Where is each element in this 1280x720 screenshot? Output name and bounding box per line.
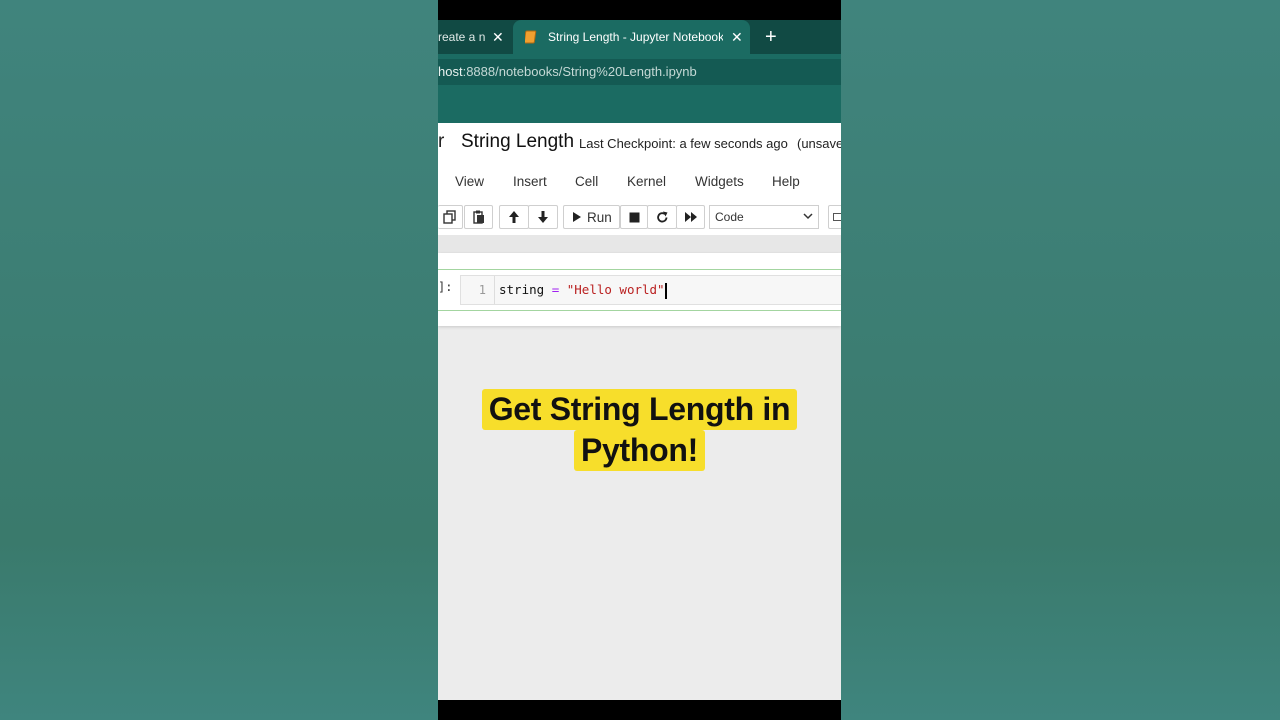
notebook-title[interactable]: String Length	[461, 131, 574, 153]
tab-active[interactable]: String Length - Jupyter Notebook ✕	[513, 20, 750, 54]
browser-tab-strip: reate a n ✕ String Length - Jupyter Note…	[438, 20, 841, 54]
video-caption: Get String Length in Python!	[438, 389, 841, 471]
cell-prompt: ]:	[438, 280, 453, 294]
chevron-down-icon	[803, 213, 813, 220]
tab-inactive-title: reate a n	[438, 30, 486, 44]
command-palette-button[interactable]	[828, 205, 841, 229]
keyboard-icon	[833, 213, 841, 221]
restart-button[interactable]	[647, 205, 677, 229]
header-separator	[438, 235, 841, 253]
text-caret	[664, 282, 667, 299]
line-number: 1	[461, 276, 495, 304]
bookmarks-bar	[438, 90, 841, 123]
code-line: string = "Hello world"	[499, 276, 667, 304]
background-left	[0, 0, 438, 720]
code-variable: string	[499, 282, 545, 297]
tab-active-title: String Length - Jupyter Notebook	[548, 30, 723, 44]
notebook-favicon-icon	[525, 30, 537, 44]
arrow-up-icon	[509, 211, 519, 223]
paste-icon	[472, 210, 484, 224]
code-operator: =	[551, 282, 560, 297]
arrow-down-icon	[538, 211, 548, 223]
notebook-toolbar: Run Code	[438, 201, 841, 235]
letterbox-top	[438, 0, 841, 20]
code-editor[interactable]: 1 string = "Hello world"	[460, 275, 841, 305]
url-host: host	[438, 64, 463, 79]
menu-cell[interactable]: Cell	[575, 174, 598, 189]
run-label: Run	[587, 209, 612, 225]
restart-icon	[656, 211, 667, 222]
checkpoint-status: Last Checkpoint: a few seconds ago	[579, 136, 788, 151]
copy-button[interactable]	[438, 205, 463, 229]
menu-widgets[interactable]: Widgets	[695, 174, 744, 189]
fast-forward-icon	[684, 212, 697, 222]
caption-line-2: Python!	[574, 430, 705, 471]
tab-active-close-icon[interactable]: ✕	[731, 20, 743, 54]
menu-view[interactable]: View	[455, 174, 484, 189]
menu-bar: View Insert Cell Kernel Widgets Help	[438, 163, 841, 201]
menu-kernel[interactable]: Kernel	[627, 174, 666, 189]
run-all-button[interactable]	[676, 205, 705, 229]
play-icon	[573, 212, 581, 222]
tab-inactive[interactable]: reate a n ✕	[438, 20, 513, 54]
code-string: "Hello world"	[566, 282, 665, 297]
copy-icon	[443, 210, 456, 224]
cell-type-value: Code	[715, 210, 744, 224]
url-field[interactable]: host:8888/notebooks/String%20Length.ipyn…	[438, 59, 841, 85]
move-up-button[interactable]	[499, 205, 529, 229]
cell-type-select[interactable]: Code	[709, 205, 819, 229]
interrupt-button[interactable]	[620, 205, 648, 229]
caption-line-1: Get String Length in	[481, 389, 798, 430]
background-right	[841, 0, 1280, 720]
notebook-header: r String Length Last Checkpoint: a few s…	[438, 123, 841, 163]
unsaved-status: (unsave	[797, 136, 841, 151]
letterbox-bottom	[438, 700, 841, 720]
paste-button[interactable]	[464, 205, 493, 229]
move-down-button[interactable]	[528, 205, 558, 229]
stop-icon	[629, 212, 639, 222]
video-frame: reate a n ✕ String Length - Jupyter Note…	[438, 0, 841, 720]
menu-insert[interactable]: Insert	[513, 174, 547, 189]
menu-help[interactable]: Help	[772, 174, 800, 189]
new-tab-icon[interactable]: +	[765, 20, 777, 54]
tab-inactive-close-icon[interactable]: ✕	[492, 20, 504, 54]
code-cell[interactable]: ]: 1 string = "Hello world"	[438, 269, 841, 311]
jupyter-logo-fragment[interactable]: r	[438, 131, 444, 153]
url-path: :8888/notebooks/String%20Length.ipynb	[462, 64, 697, 79]
address-bar: host:8888/notebooks/String%20Length.ipyn…	[438, 54, 841, 90]
run-button[interactable]: Run	[563, 205, 620, 229]
